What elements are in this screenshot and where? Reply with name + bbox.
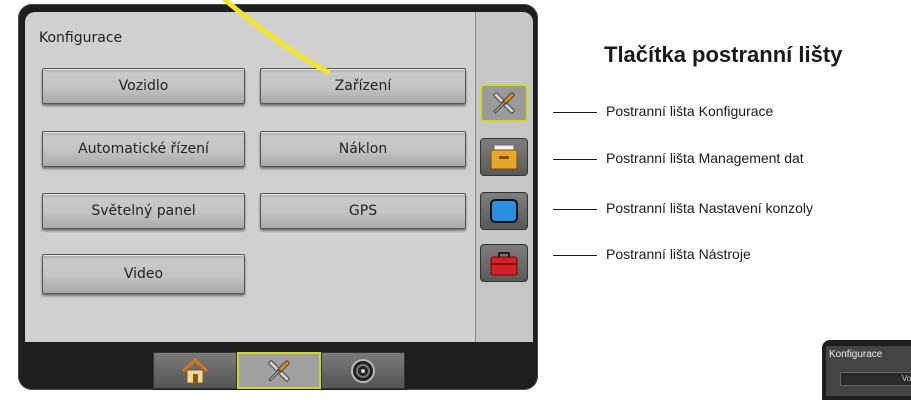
sidebar-tab-data-management[interactable] xyxy=(480,138,528,176)
sidebar-tab-console-settings[interactable] xyxy=(480,192,528,230)
callout-configuration: Postranní lišta Konfigurace xyxy=(606,103,774,119)
callout-heading: Tlačítka postranní lišty xyxy=(604,42,843,67)
wrench-screwdriver-icon xyxy=(268,359,290,382)
toolbox-icon xyxy=(490,252,518,276)
gps-button[interactable]: GPS xyxy=(260,193,466,229)
configuration-tab[interactable] xyxy=(237,352,321,389)
pointer-arrow xyxy=(222,0,331,75)
sidebar xyxy=(475,12,533,342)
thumbnail-title: Konfigurace xyxy=(829,349,883,360)
home-icon xyxy=(181,357,209,383)
callout-line xyxy=(553,159,597,160)
file-drawer-icon xyxy=(490,144,518,170)
screen-thumbnail: Konfigurace Vozi xyxy=(822,340,911,400)
callout-line xyxy=(553,112,597,113)
screen-title: Konfigurace xyxy=(39,30,123,46)
monitor-icon xyxy=(490,199,518,223)
auto-steering-button[interactable]: Automatické řízení xyxy=(42,131,245,167)
video-button[interactable]: Video xyxy=(42,254,245,294)
callout-data-management: Postranní lišta Management dat xyxy=(606,150,804,166)
callout-line xyxy=(553,255,597,256)
lightbar-button[interactable]: Světelný panel xyxy=(42,193,245,229)
callout-console-settings: Postranní lišta Nastavení konzoly xyxy=(606,200,813,216)
callout-line xyxy=(553,209,597,210)
home-tab[interactable] xyxy=(153,352,237,389)
thumbnail-button: Vozi xyxy=(840,372,911,386)
tilt-button[interactable]: Náklon xyxy=(260,131,466,167)
sidebar-tab-configuration[interactable] xyxy=(480,84,528,122)
callout-tools: Postranní lišta Nástroje xyxy=(606,246,751,262)
gauge-icon xyxy=(351,358,375,383)
operation-tab[interactable] xyxy=(321,352,405,389)
wrench-screwdriver-icon xyxy=(493,92,515,114)
bottom-bar xyxy=(153,352,407,390)
sidebar-tab-tools[interactable] xyxy=(480,244,528,282)
